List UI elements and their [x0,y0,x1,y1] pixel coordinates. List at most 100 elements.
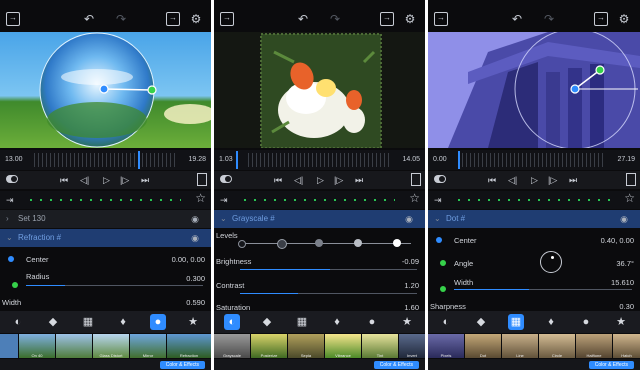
effect-thumb[interactable]: Refraction [167,334,211,358]
import-icon[interactable]: → [6,12,20,26]
angle-handle[interactable] [595,65,605,75]
step-back-icon[interactable]: ◁| [294,174,303,186]
step-forward-icon[interactable]: |▷ [334,174,343,186]
settings-icon[interactable]: ⚙ [189,12,203,26]
video-preview[interactable] [0,32,211,148]
keyframe-row[interactable]: ⇥ ☆ [214,191,425,209]
drop-icon[interactable]: ♦ [115,314,131,330]
skip-start-icon[interactable]: ⏮ [60,174,68,186]
contrast-slider[interactable] [240,293,417,294]
import-icon[interactable]: → [220,12,234,26]
star-icon[interactable]: ★ [185,314,201,330]
keyframe-row[interactable]: ⇥ ☆ [0,191,211,209]
cube-icon[interactable]: ◆ [45,314,61,330]
effect-thumb[interactable]: Halftone [576,334,612,358]
keyframe-row[interactable]: ⇥ ☆ [428,191,640,209]
filmstrip-icon[interactable] [411,173,421,186]
palette-icon[interactable]: ◐ [224,314,240,330]
grid-icon[interactable]: ▦ [294,314,310,330]
effect-thumb[interactable]: Line [502,334,538,358]
palette-icon[interactable]: ◐ [438,314,454,330]
level-stop[interactable] [277,239,287,249]
timeline[interactable]: 13.00 19.28 [0,150,211,170]
skip-start-icon[interactable]: ⏮ [274,174,282,186]
level-stop[interactable] [354,239,362,247]
level-stop[interactable] [238,240,246,248]
grid-icon[interactable]: ▦ [508,314,524,330]
timeline[interactable]: 1.03 14.05 [214,150,425,170]
effect-thumb[interactable]: Posterize [251,334,287,358]
effect-thumb[interactable]: Mirror [130,334,166,358]
export-icon[interactable]: → [166,12,180,26]
color-effects-button[interactable]: Color & Effects [373,361,419,369]
drop-icon[interactable]: ♦ [329,314,345,330]
eye-icon[interactable]: ◉ [620,210,628,228]
layer-row-selected[interactable]: ⌄ Dot # ◉ [428,210,640,228]
eye-icon[interactable]: ◉ [405,210,413,228]
skip-end-icon[interactable]: ⏭ [355,174,363,186]
effect-thumb[interactable]: Glass Distort [93,334,129,358]
step-back-icon[interactable]: ◁| [508,174,517,186]
width-slider[interactable] [454,289,632,290]
effect-thumb[interactable]: Dot [465,334,501,358]
settings-icon[interactable]: ⚙ [403,12,417,26]
video-preview[interactable] [428,32,640,148]
eye-icon[interactable]: ◉ [191,229,199,247]
undo-icon[interactable]: ↶ [296,12,310,26]
import-icon[interactable]: → [434,12,448,26]
play-icon[interactable]: ▷ [531,174,538,186]
grid-icon[interactable]: ▦ [80,314,96,330]
effect-thumb[interactable]: Sepia [288,334,324,358]
timeline[interactable]: 0.00 27.19 [428,150,640,170]
palette-icon[interactable]: ◐ [10,314,26,330]
favorite-icon[interactable]: ☆ [195,192,206,204]
step-forward-icon[interactable]: |▷ [120,174,129,186]
effect-thumb[interactable] [0,334,18,358]
cube-icon[interactable]: ◆ [259,314,275,330]
playhead[interactable] [458,151,460,169]
filmstrip-icon[interactable] [626,173,636,186]
undo-icon[interactable]: ↶ [510,12,524,26]
star-icon[interactable]: ★ [613,314,629,330]
play-icon[interactable]: ▷ [103,174,110,186]
center-handle[interactable] [99,84,109,94]
effect-thumb[interactable] [56,334,92,358]
effect-thumb[interactable]: Invert [399,334,425,358]
effect-thumb[interactable]: On 40 [19,334,55,358]
favorite-icon[interactable]: ☆ [409,192,420,204]
skip-end-icon[interactable]: ⏭ [141,174,149,186]
effect-thumb[interactable]: Circle [539,334,575,358]
keyframe-import-icon[interactable]: ⇥ [6,194,14,206]
effect-thumb[interactable]: Vibrance [325,334,361,358]
preview-toggle[interactable] [434,175,446,183]
redo-icon[interactable]: ↷ [542,12,556,26]
export-icon[interactable]: → [380,12,394,26]
radius-handle[interactable] [147,85,157,95]
playhead[interactable] [138,151,140,169]
play-icon[interactable]: ▷ [317,174,324,186]
eye-icon[interactable]: ◉ [191,210,199,228]
effect-thumb[interactable]: Pixels [428,334,464,358]
layer-row-selected[interactable]: ⌄ Grayscale # ◉ [214,210,425,228]
preview-toggle[interactable] [6,175,18,183]
settings-icon[interactable]: ⚙ [617,12,631,26]
step-forward-icon[interactable]: |▷ [548,174,557,186]
color-effects-button[interactable]: Color & Effects [588,361,634,369]
cube-icon[interactable]: ◆ [473,314,489,330]
drop-icon[interactable]: ♦ [543,314,559,330]
redo-icon[interactable]: ↷ [114,12,128,26]
levels-slider[interactable] [240,243,411,244]
step-back-icon[interactable]: ◁| [80,174,89,186]
favorite-icon[interactable]: ☆ [624,192,635,204]
star-icon[interactable]: ★ [399,314,415,330]
video-preview[interactable] [214,32,425,148]
color-effects-button[interactable]: Color & Effects [159,361,205,369]
playhead[interactable] [236,151,238,169]
circle-icon[interactable]: ● [364,314,380,330]
effect-thumb[interactable]: Grayscale [214,334,250,358]
angle-dial[interactable] [540,251,562,273]
preview-toggle[interactable] [220,175,232,183]
circle-icon[interactable]: ● [150,314,166,330]
brightness-slider[interactable] [240,269,417,270]
skip-start-icon[interactable]: ⏮ [488,174,496,186]
